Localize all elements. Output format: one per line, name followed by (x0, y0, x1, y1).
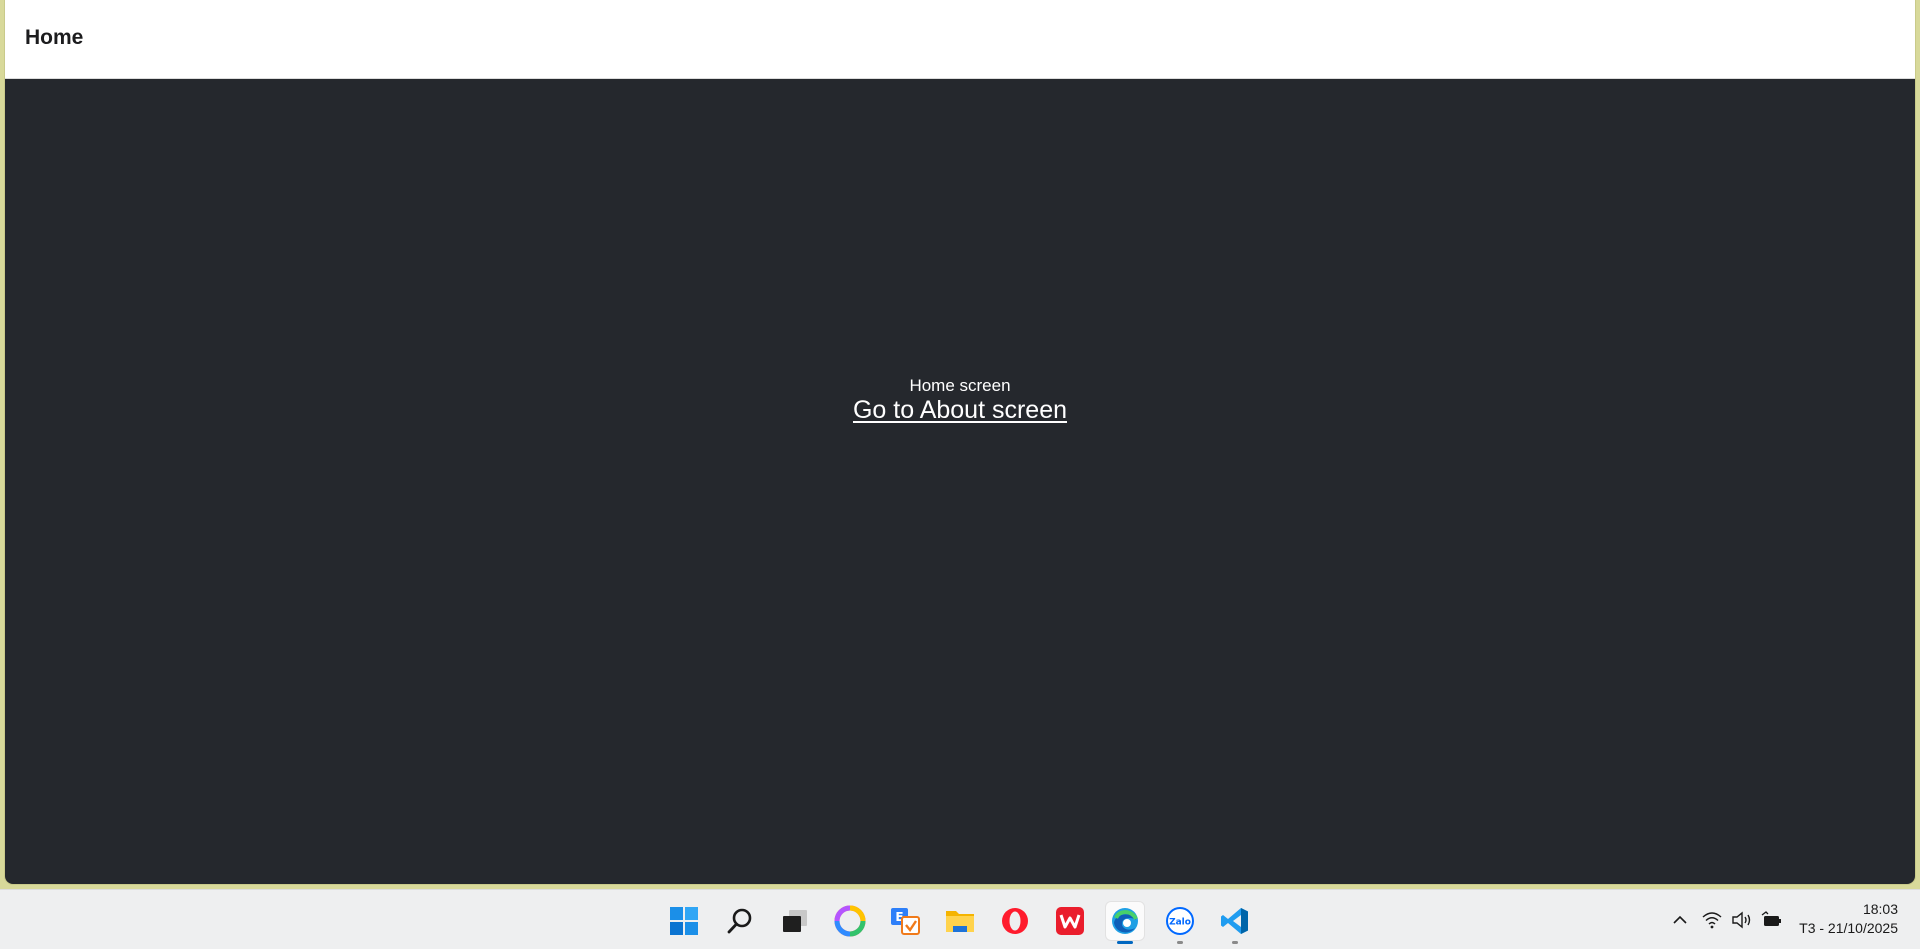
windows-start-icon[interactable] (665, 902, 703, 940)
search-icon[interactable] (721, 902, 759, 940)
chevron-up-icon[interactable] (1668, 908, 1692, 932)
home-screen-text: Home screen (909, 376, 1011, 395)
wifi-icon[interactable] (1700, 908, 1724, 932)
photos-app-icon[interactable] (831, 902, 869, 940)
page-title: Home (25, 26, 84, 49)
taskbar: E Zalo 18:03 T3 - 21/10/2025 (0, 889, 1920, 949)
active-app-indicator (1117, 941, 1133, 944)
running-app-indicator (1232, 941, 1238, 944)
clock-date: T3 - 21/10/2025 (1799, 920, 1898, 936)
zalo-app-icon[interactable]: Zalo (1161, 902, 1199, 944)
task-view-icon[interactable] (776, 902, 814, 940)
edge-browser-icon[interactable] (1106, 902, 1144, 944)
volume-icon[interactable] (1730, 908, 1754, 932)
taskbar-clock[interactable]: 18:03 T3 - 21/10/2025 (1799, 900, 1898, 938)
vscode-icon[interactable] (1216, 902, 1254, 944)
zalo-icon-label: Zalo (1169, 918, 1191, 928)
system-tray: 18:03 T3 - 21/10/2025 (1650, 890, 1920, 949)
file-explorer-icon[interactable] (941, 902, 979, 940)
running-app-indicator (1177, 941, 1183, 944)
main-content: Home screen Go to About screen (5, 78, 1915, 884)
wps-office-icon[interactable] (1051, 902, 1089, 940)
app-window: Home Home screen Go to About screen (5, 0, 1915, 884)
dictionary-app-icon[interactable]: E (886, 902, 924, 940)
app-header: Home (5, 0, 1915, 79)
go-to-about-link[interactable]: Go to About screen (5, 396, 1915, 425)
clock-time: 18:03 (1862, 901, 1898, 917)
opera-browser-icon[interactable] (996, 902, 1034, 940)
battery-icon[interactable] (1760, 908, 1784, 932)
